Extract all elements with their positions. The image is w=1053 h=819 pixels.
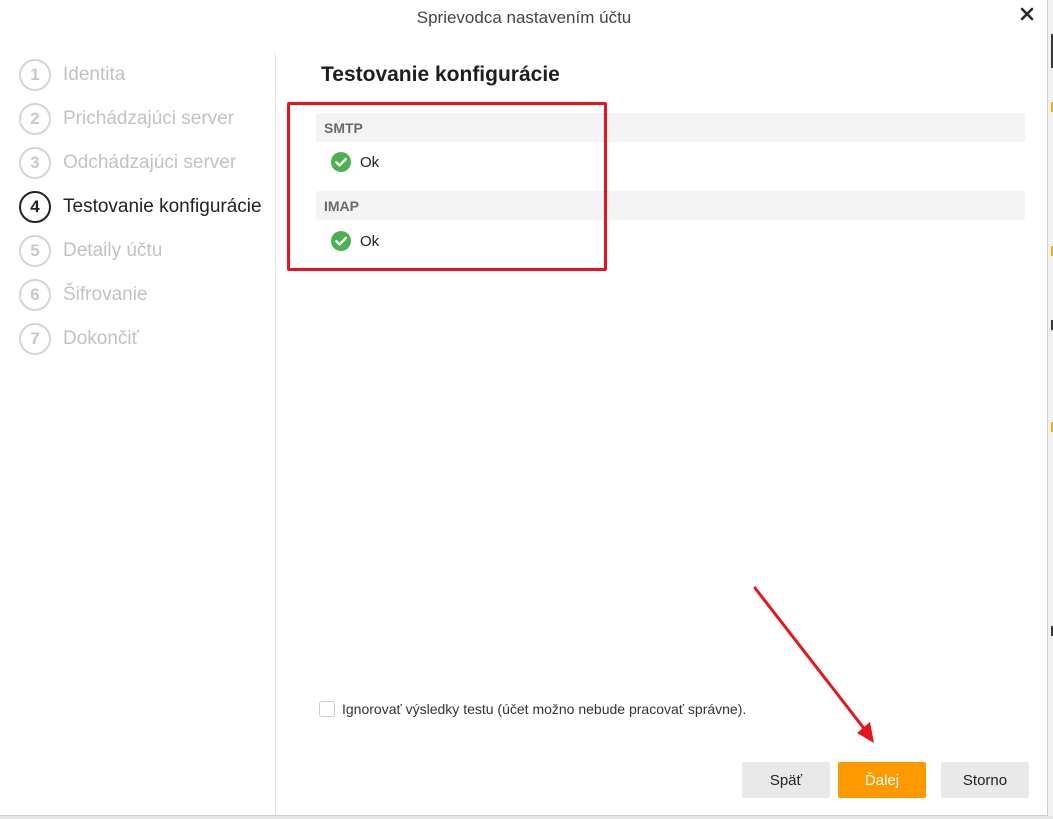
test-group-imap-header: IMAP	[316, 191, 1025, 220]
ignore-results-label: Ignorovať výsledky testu (účet možno neb…	[342, 701, 747, 717]
test-result-smtp: Ok	[331, 152, 379, 172]
test-result-label: Ok	[360, 232, 380, 250]
ignore-results-option[interactable]: Ignorovať výsledky testu (účet možno neb…	[319, 701, 746, 717]
step-identity[interactable]: 1 Identita	[19, 57, 125, 93]
step-encryption[interactable]: 6 Šifrovanie	[19, 277, 148, 313]
step-number-badge: 6	[19, 279, 51, 311]
test-group-smtp-header: SMTP	[316, 113, 1025, 142]
close-icon	[1020, 7, 1034, 21]
next-button[interactable]: Ďalej	[838, 762, 926, 798]
step-number-badge: 1	[19, 59, 51, 91]
step-account-details[interactable]: 5 Detaily účtu	[19, 233, 162, 269]
step-number-badge: 7	[19, 323, 51, 355]
account-setup-dialog: Sprievodca nastavením účtu 1 Identita 2 …	[0, 0, 1048, 816]
page-title: Testovanie konfigurácie	[321, 63, 560, 86]
test-result-label: Ok	[360, 153, 380, 171]
ignore-results-checkbox[interactable]	[319, 701, 335, 717]
step-number-badge: 3	[19, 147, 51, 179]
step-number-badge: 4	[19, 191, 51, 223]
check-circle-icon	[331, 152, 351, 172]
test-result-imap: Ok	[331, 231, 379, 251]
step-test-configuration[interactable]: 4 Testovanie konfigurácie	[19, 189, 262, 225]
step-number-badge: 2	[19, 103, 51, 135]
check-circle-icon	[331, 231, 351, 251]
back-button[interactable]: Späť	[742, 762, 830, 798]
cancel-button[interactable]: Storno	[941, 762, 1029, 798]
step-label: Testovanie konfigurácie	[63, 196, 262, 217]
close-button[interactable]	[1014, 5, 1040, 27]
step-label: Prichádzajúci server	[63, 108, 235, 129]
step-label: Odchádzajúci server	[63, 152, 237, 173]
step-label: Šifrovanie	[63, 284, 148, 305]
wizard-steps-sidebar: 1 Identita 2 Prichádzajúci server 3 Odch…	[0, 53, 276, 816]
step-label: Dokončiť	[63, 328, 139, 349]
step-incoming-server[interactable]: 2 Prichádzajúci server	[19, 101, 234, 137]
step-outgoing-server[interactable]: 3 Odchádzajúci server	[19, 145, 236, 181]
step-number-badge: 5	[19, 235, 51, 267]
step-label: Detaily účtu	[63, 240, 163, 261]
step-finish[interactable]: 7 Dokončiť	[19, 321, 139, 357]
dialog-title: Sprievodca nastavením účtu	[416, 8, 632, 27]
step-label: Identita	[63, 64, 126, 85]
background-window-edge	[1048, 0, 1053, 819]
